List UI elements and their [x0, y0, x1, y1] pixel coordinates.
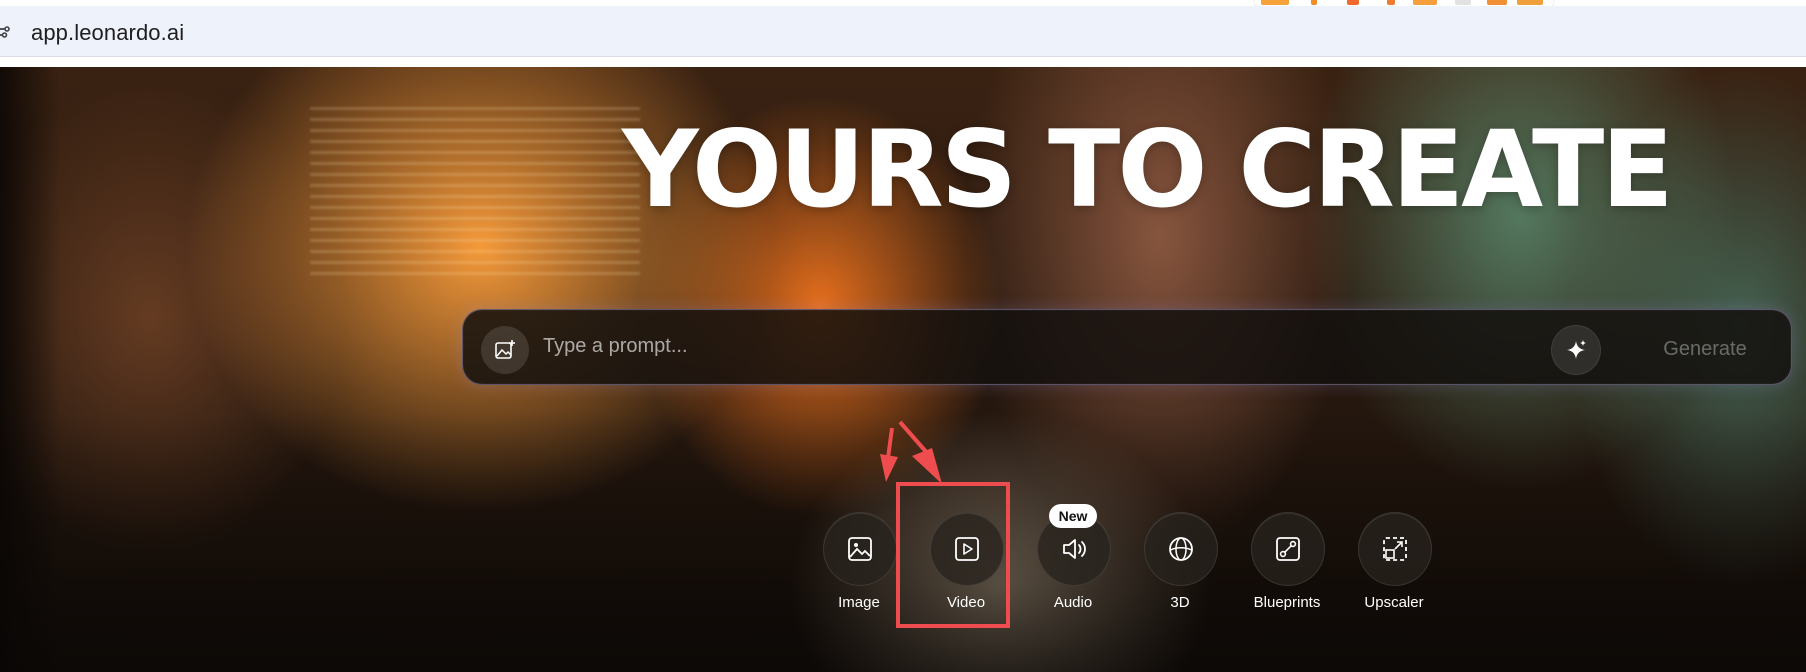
tool-upscaler-button[interactable]	[1358, 512, 1432, 586]
speaker-icon	[1063, 539, 1086, 559]
tool-image-button[interactable]	[823, 512, 897, 586]
tool-3d-button[interactable]	[1144, 512, 1218, 586]
prompt-enhance-button[interactable]	[1551, 325, 1601, 375]
tool-upscaler[interactable]: Upscaler	[1335, 512, 1445, 622]
image-icon	[848, 537, 872, 561]
site-info-icon[interactable]	[0, 24, 16, 40]
tool-label: Audio	[1053, 594, 1093, 611]
image-add-icon	[495, 340, 515, 359]
annotation-arrows	[880, 420, 942, 484]
url-text[interactable]: app.leonardo.ai	[31, 20, 184, 46]
hero-headline: YOURS TO CREATE	[622, 108, 1674, 231]
tool-label: Upscaler	[1364, 594, 1424, 611]
tool-label: 3D	[1170, 594, 1190, 611]
extension-icon[interactable]	[1455, 0, 1471, 5]
tool-label: Blueprints	[1253, 594, 1321, 611]
tool-blueprints-button[interactable]	[1251, 512, 1325, 586]
extension-icon[interactable]	[1413, 0, 1437, 5]
blueprint-icon	[1276, 537, 1300, 561]
hero-light-streaks	[310, 107, 640, 277]
prompt-input[interactable]	[541, 328, 1645, 364]
extension-icon[interactable]	[1347, 0, 1359, 5]
address-bar[interactable]: app.leonardo.ai	[0, 6, 1806, 57]
tool-audio[interactable]: Audio	[1014, 512, 1124, 622]
chrome-separator	[0, 57, 1806, 67]
extension-icon[interactable]	[1387, 0, 1395, 5]
image-upload-button[interactable]	[481, 326, 529, 374]
tool-3d[interactable]: 3D	[1121, 512, 1231, 622]
generate-button[interactable]: Generate	[1635, 332, 1775, 366]
upscale-icon	[1383, 537, 1407, 561]
new-badge: New	[1049, 504, 1097, 528]
sparkle-icon	[1567, 340, 1586, 359]
prompt-bar: Generate	[462, 309, 1792, 385]
extension-icon[interactable]	[1517, 0, 1543, 5]
extension-icon[interactable]	[1311, 0, 1317, 5]
tool-blueprints[interactable]: Blueprints	[1228, 512, 1338, 622]
extension-icon[interactable]	[1487, 0, 1507, 5]
extension-icon[interactable]	[1261, 0, 1289, 5]
tool-image[interactable]: Image	[800, 512, 910, 622]
globe-icon	[1169, 537, 1193, 561]
annotation-highlight-box	[896, 482, 1010, 628]
